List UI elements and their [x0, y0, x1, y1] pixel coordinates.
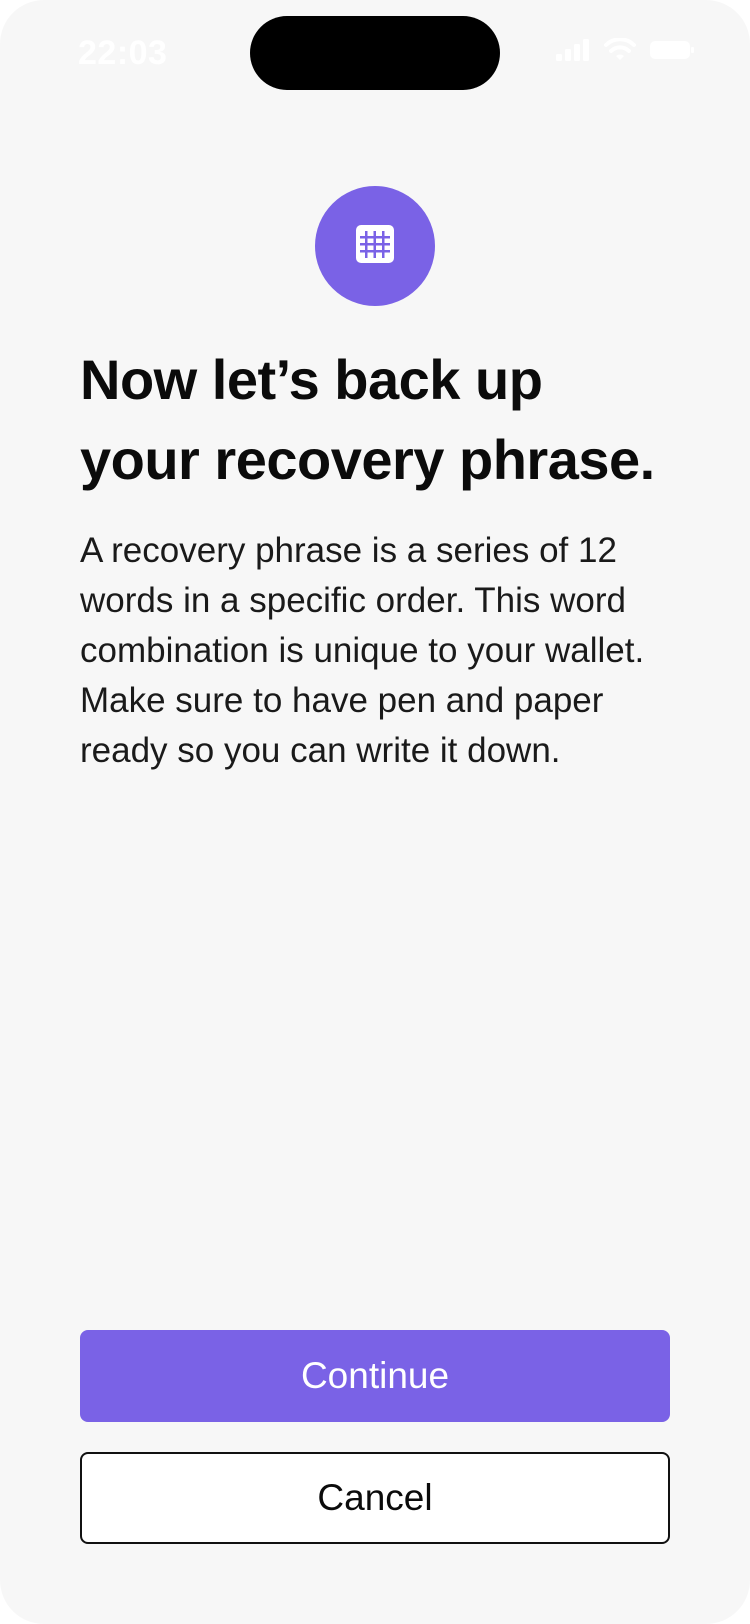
- signal-icon: [556, 39, 590, 66]
- phone-screen: 22:03 Now let’s back up your recovery ph…: [0, 0, 750, 1624]
- recovery-phrase-hero: [315, 186, 435, 306]
- title-line-1: Now let’s back up: [80, 348, 543, 411]
- status-time: 22:03: [78, 34, 168, 72]
- cancel-button[interactable]: Cancel: [80, 1452, 670, 1544]
- dynamic-island: [250, 16, 500, 90]
- wifi-icon: [604, 37, 636, 67]
- grid-icon: [356, 224, 394, 268]
- battery-icon: [650, 39, 694, 66]
- description-text: A recovery phrase is a series of 12 word…: [80, 531, 645, 770]
- status-icons: [556, 37, 694, 67]
- continue-button[interactable]: Continue: [80, 1330, 670, 1422]
- title-line-2: your recovery phrase.: [80, 428, 655, 491]
- page-title: Now let’s back up your recovery phrase.: [80, 340, 700, 500]
- status-bar: 22:03: [0, 0, 750, 110]
